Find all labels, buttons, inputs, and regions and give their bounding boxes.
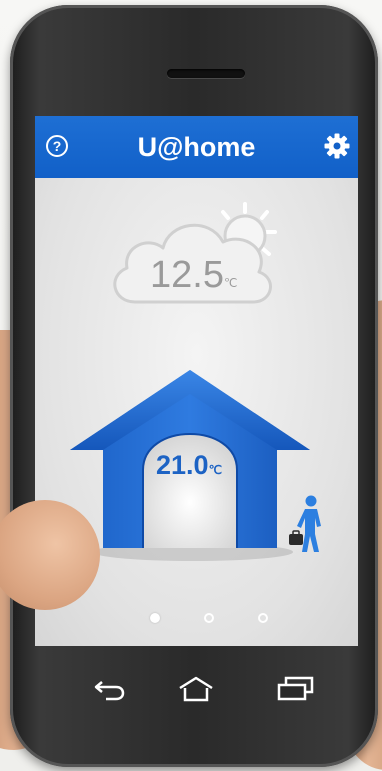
home-icon[interactable] bbox=[174, 672, 218, 706]
outdoor-temp-unit: ℃ bbox=[223, 276, 238, 290]
outdoor-temperature: 12.5℃ bbox=[150, 254, 237, 297]
recent-apps-icon[interactable] bbox=[274, 672, 318, 706]
page-dot-3[interactable] bbox=[258, 613, 268, 623]
indoor-temp-value: 21.0 bbox=[156, 450, 209, 480]
gear-icon bbox=[324, 133, 350, 159]
settings-button[interactable] bbox=[323, 132, 351, 160]
back-icon[interactable] bbox=[88, 672, 132, 706]
page-dot-2[interactable] bbox=[204, 613, 214, 623]
app-header: ? U@home bbox=[35, 116, 358, 178]
page-indicator bbox=[35, 613, 358, 627]
earpiece-speaker bbox=[167, 69, 245, 78]
person-leaving-icon[interactable] bbox=[287, 494, 327, 554]
indoor-temperature: 21.0℃ bbox=[156, 450, 222, 481]
page-dot-1[interactable] bbox=[150, 613, 160, 623]
photo-background: ? U@home 12.5℃ 21.0℃ bbox=[0, 0, 382, 771]
indoor-temp-unit: ℃ bbox=[208, 463, 223, 477]
app-title: U@home bbox=[137, 132, 256, 162]
outdoor-temp-value: 12.5 bbox=[150, 254, 224, 296]
